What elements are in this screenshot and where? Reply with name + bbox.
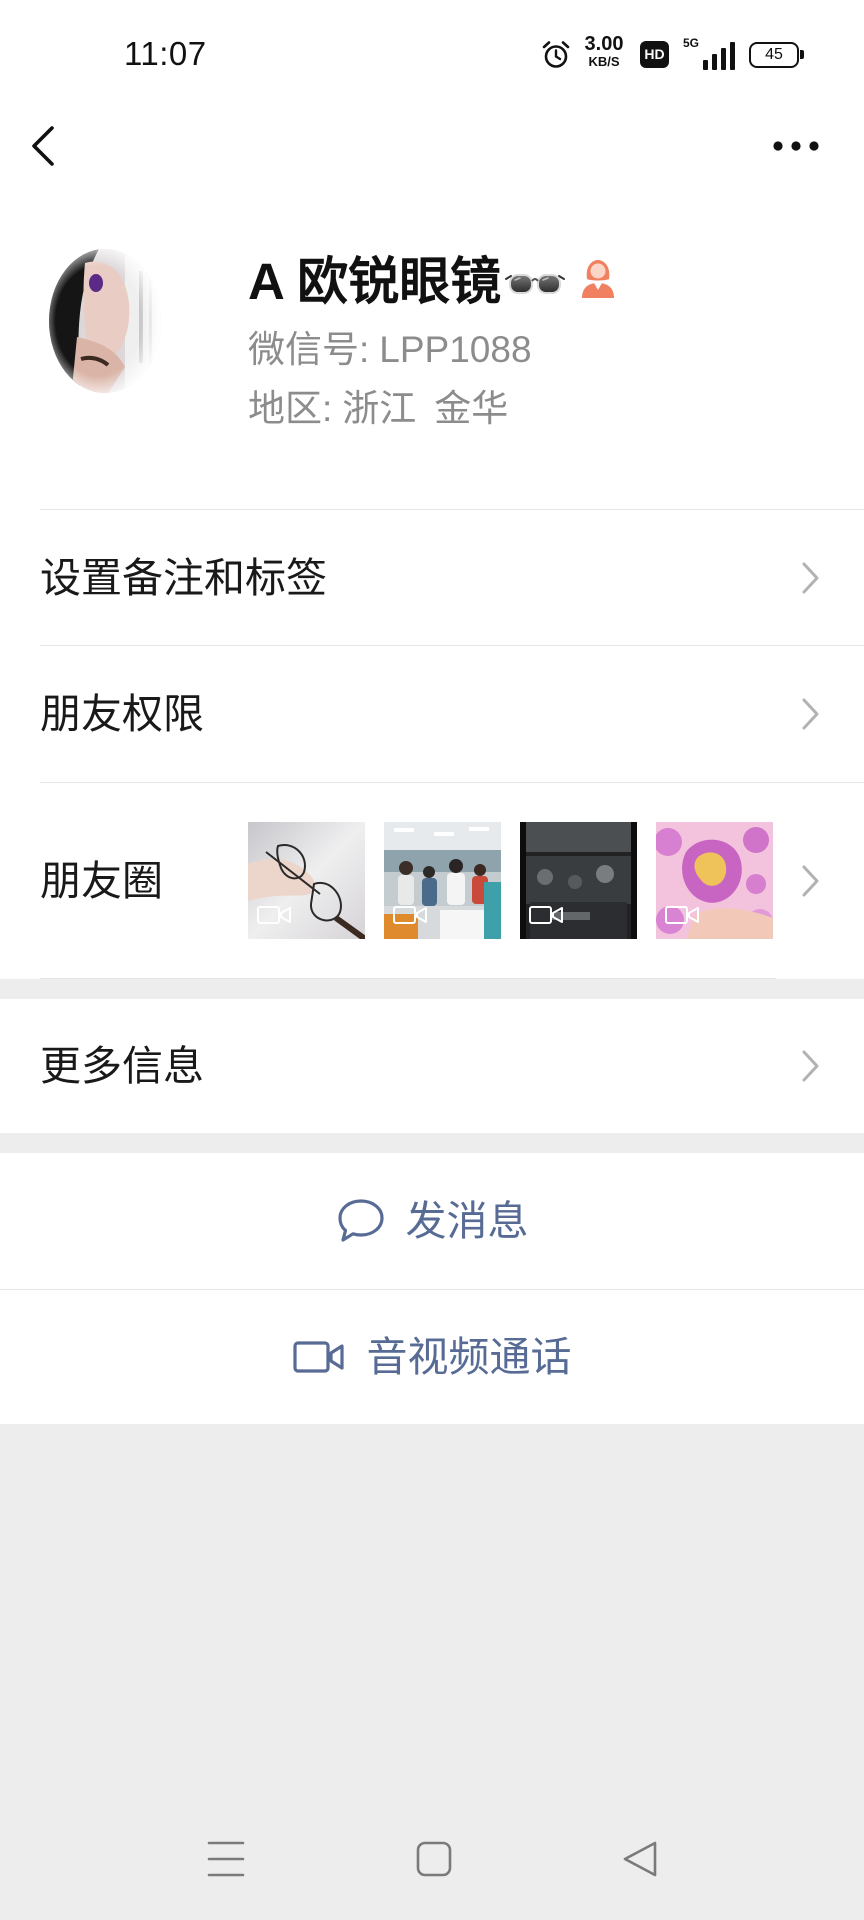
video-call-label: 音视频通话 [366, 1334, 572, 1380]
profile-name: A 欧锐眼镜 [248, 253, 502, 310]
video-call-button[interactable]: 音视频通话 [0, 1290, 864, 1424]
home-square-icon[interactable] [414, 1840, 454, 1878]
moments-row[interactable]: 朋友圈 [0, 783, 864, 978]
battery-level: 45 [765, 46, 783, 63]
friend-permissions-row[interactable]: 朋友权限 [0, 646, 864, 782]
profile-name-row: A 欧锐眼镜 [248, 254, 617, 310]
remarks-and-tags-label: 设置备注和标签 [40, 554, 327, 601]
moments-thumbnail [656, 822, 773, 939]
alarm-icon [542, 41, 570, 68]
more-dots-icon [773, 141, 819, 151]
eyeglasses-icon [505, 274, 566, 294]
moments-thumbnail [248, 822, 365, 939]
wechat-id-label: 微信号: [248, 329, 370, 370]
network-speed-unit: KB/S [588, 54, 620, 69]
send-message-button[interactable]: 发消息 [0, 1153, 864, 1289]
more-info-label: 更多信息 [40, 1043, 204, 1089]
wechat-id: 微信号: LPP1088 [248, 330, 532, 370]
remarks-and-tags-row[interactable]: 设置备注和标签 [0, 510, 864, 645]
moments-thumbnail [384, 822, 501, 939]
video-icon [393, 906, 427, 924]
video-camera-icon [292, 1341, 344, 1373]
avatar[interactable] [43, 245, 190, 398]
video-icon [665, 906, 699, 924]
menu-icon[interactable] [206, 1840, 246, 1878]
chevron-right-icon [802, 1050, 819, 1082]
battery-icon: 45 [749, 42, 804, 68]
wechat-id-value: LPP1088 [379, 329, 532, 370]
chevron-left-icon [32, 126, 54, 166]
chevron-right-icon [802, 562, 819, 593]
moments-label: 朋友圈 [40, 857, 163, 904]
network-speed-value: 3.00 [584, 33, 624, 55]
chevron-right-icon [802, 698, 819, 730]
more-info-panel: 更多信息 [0, 999, 864, 1133]
video-icon [257, 906, 291, 924]
friend-permissions-label: 朋友权限 [40, 691, 204, 737]
female-icon [582, 260, 615, 298]
more-button[interactable] [770, 134, 822, 158]
back-button[interactable] [28, 122, 68, 170]
actions-panel: 发消息 音视频通话 [0, 1153, 864, 1424]
avatar-photo [43, 245, 190, 398]
region-province: 浙江 [342, 388, 417, 429]
region-city: 金华 [434, 388, 509, 429]
more-info-row[interactable]: 更多信息 [0, 999, 864, 1133]
status-time: 11:07 [124, 35, 207, 72]
chat-bubble-icon [337, 1199, 384, 1242]
moments-thumbnail [520, 822, 637, 939]
region-label: 地区: [248, 388, 333, 429]
profile-panel: 11:07 3.00 KB/S HD 5G 45 A 欧锐眼镜 微信号: LPP… [0, 0, 864, 979]
video-icon [529, 906, 563, 924]
network-speed: 3.00 KB/S [578, 34, 630, 69]
hd-badge: HD [640, 41, 669, 68]
region: 地区: 浙江 金华 [248, 389, 508, 429]
divider [40, 978, 776, 979]
send-message-label: 发消息 [405, 1198, 529, 1244]
back-triangle-icon[interactable] [620, 1840, 660, 1878]
chevron-right-icon [802, 865, 819, 896]
signal-icon [703, 42, 735, 70]
moments-thumbnails [248, 822, 773, 939]
